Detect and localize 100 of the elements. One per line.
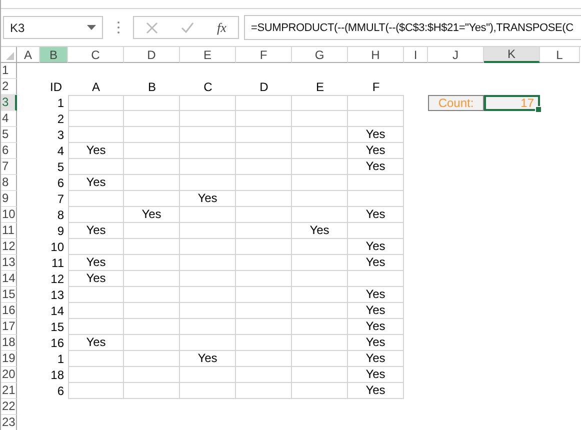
table-cell: [124, 271, 180, 287]
table-cell: [124, 143, 180, 159]
row-header[interactable]: 7: [1, 159, 17, 175]
column-header[interactable]: L: [540, 47, 580, 63]
table-cell: Yes: [348, 367, 404, 383]
table-cell: [236, 383, 292, 399]
row-header[interactable]: 19: [1, 351, 17, 367]
table-cell: [124, 351, 180, 367]
table-cell: [124, 303, 180, 319]
table-cell: [292, 319, 348, 335]
table-cell: [292, 127, 348, 143]
column-header[interactable]: C: [68, 47, 124, 63]
caret-icon: [87, 25, 96, 30]
row-header[interactable]: 15: [1, 287, 17, 303]
row-header[interactable]: 5: [1, 127, 17, 143]
row-header[interactable]: 12: [1, 239, 17, 255]
column-header[interactable]: B: [40, 47, 68, 63]
table-cell: [68, 159, 124, 175]
table-cell: [292, 175, 348, 191]
table-cell: [236, 175, 292, 191]
row-header[interactable]: 21: [1, 383, 17, 399]
table-cell: Yes: [348, 127, 404, 143]
formula-text: =SUMPRODUCT(--(MMULT(--($C$3:$H$21="Yes"),TRANSPOSE(C: [251, 22, 574, 34]
column-header[interactable]: D: [124, 47, 180, 63]
table-cell: [292, 303, 348, 319]
table-cell: [68, 367, 124, 383]
row-header[interactable]: 22: [1, 399, 17, 415]
table-cell: Yes: [68, 335, 124, 351]
table-cell: Yes: [348, 303, 404, 319]
column-header[interactable]: E: [180, 47, 236, 63]
id-cell-text: 12: [50, 271, 65, 287]
row-header[interactable]: 20: [1, 367, 17, 383]
select-all-corner[interactable]: [1, 47, 17, 63]
table-cell: [124, 223, 180, 239]
table-cell: [124, 175, 180, 191]
table-cell: [292, 111, 348, 127]
table-cell: Yes: [348, 143, 404, 159]
column-header[interactable]: G: [292, 47, 348, 63]
check-icon[interactable]: [180, 22, 194, 33]
name-box[interactable]: K3: [3, 16, 103, 39]
table-cell: Yes: [348, 255, 404, 271]
table-cell: [348, 95, 404, 111]
row-header[interactable]: 9: [1, 191, 17, 207]
row-header[interactable]: 4: [1, 111, 17, 127]
row-header[interactable]: 14: [1, 271, 17, 287]
column-header[interactable]: I: [404, 47, 428, 63]
table-cell: [236, 95, 292, 111]
table-cell: [180, 143, 236, 159]
row-header[interactable]: 18: [1, 335, 17, 351]
row-header[interactable]: 1: [1, 63, 17, 79]
drag-handle-icon[interactable]: [117, 21, 120, 34]
table-cell: [236, 127, 292, 143]
table-cell: [180, 255, 236, 271]
cancel-icon[interactable]: [146, 22, 158, 34]
table-cell: Yes: [348, 383, 404, 399]
table-cell: [236, 287, 292, 303]
id-cell-text: 11: [50, 255, 65, 271]
row-header[interactable]: 16: [1, 303, 17, 319]
table-cell: [180, 111, 236, 127]
id-cell-text: 1: [56, 351, 65, 367]
formula-field[interactable]: =SUMPRODUCT(--(MMULT(--($C$3:$H$21="Yes"),TRANSPOSE(C: [244, 15, 581, 40]
table-cell: Yes: [348, 319, 404, 335]
row-header[interactable]: 6: [1, 143, 17, 159]
table-cell: [292, 335, 348, 351]
column-header[interactable]: A: [17, 47, 40, 63]
table-cell: [180, 383, 236, 399]
table-cell: [292, 271, 348, 287]
table-cell: [292, 159, 348, 175]
row-header[interactable]: 8: [1, 175, 17, 191]
row-header[interactable]: 11: [1, 223, 17, 239]
column-header[interactable]: J: [428, 47, 484, 63]
table-cell: [236, 223, 292, 239]
table-cell: [180, 239, 236, 255]
table-cell: [348, 271, 404, 287]
table-cell: [236, 319, 292, 335]
column-header[interactable]: H: [348, 47, 404, 63]
table-cell: Yes: [68, 143, 124, 159]
row-header[interactable]: 10: [1, 207, 17, 223]
row-header[interactable]: 3: [1, 95, 17, 111]
table-cell: [348, 191, 404, 207]
column-header[interactable]: K: [484, 47, 540, 63]
table-cell: [124, 319, 180, 335]
table-cell: Yes: [348, 351, 404, 367]
insert-function-button[interactable]: fx: [217, 20, 226, 36]
id-cell-text: 15: [50, 319, 65, 335]
table-cell: [180, 287, 236, 303]
column-label: C: [202, 79, 214, 95]
table-cell: [124, 111, 180, 127]
table-cell: [180, 319, 236, 335]
table-cell: Yes: [124, 207, 180, 223]
row-header[interactable]: 2: [1, 79, 17, 95]
table-cell: [68, 127, 124, 143]
id-cell-text: 13: [50, 287, 65, 303]
row-header[interactable]: 17: [1, 319, 17, 335]
row-header[interactable]: 23: [1, 415, 17, 430]
table-cell: [124, 159, 180, 175]
fill-handle[interactable]: [535, 106, 542, 113]
column-header[interactable]: F: [236, 47, 292, 63]
row-header[interactable]: 13: [1, 255, 17, 271]
table-cell: [180, 95, 236, 111]
